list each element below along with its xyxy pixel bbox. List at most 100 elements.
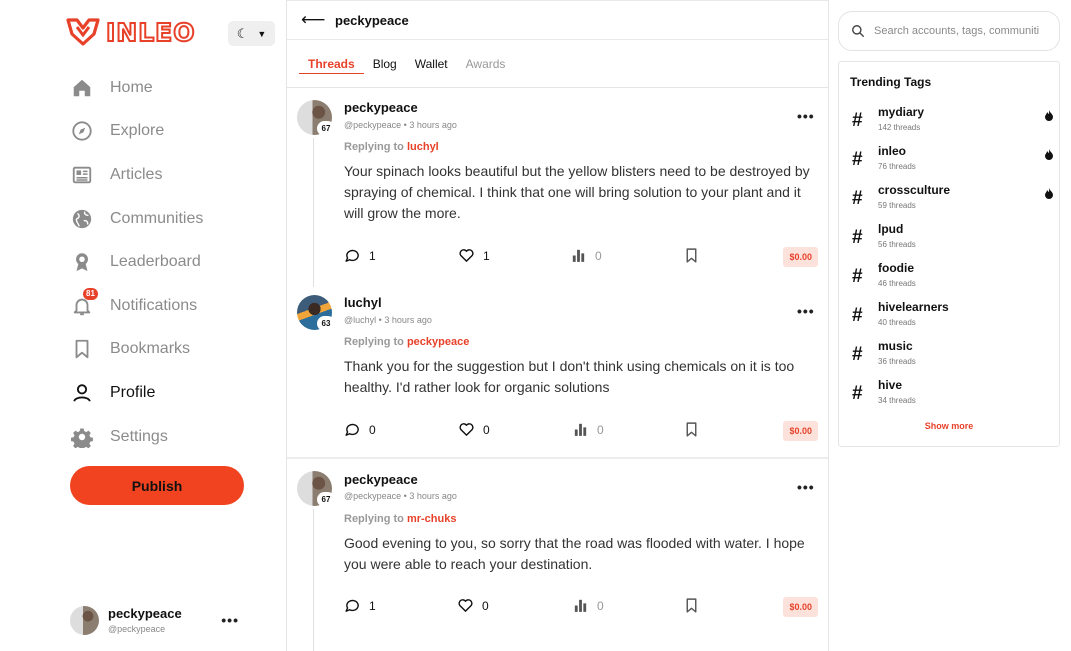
search-bar[interactable] bbox=[838, 11, 1060, 51]
bookmark-icon bbox=[686, 248, 697, 263]
nav-item-notifications[interactable]: 81 Notifications bbox=[70, 284, 270, 328]
search-input[interactable] bbox=[874, 25, 1039, 37]
bookmark-button[interactable] bbox=[683, 247, 700, 264]
nav-label: Profile bbox=[110, 383, 156, 401]
moon-icon: ☾ bbox=[236, 25, 249, 41]
comment-button[interactable]: 1 bbox=[344, 597, 376, 614]
trending-tag-item[interactable]: # inleo 76 threads bbox=[852, 144, 1053, 178]
nav-item-settings[interactable]: Settings bbox=[70, 415, 270, 459]
hashtag-icon: # bbox=[852, 227, 863, 248]
thread-meta: @peckypeace • 3 hours ago bbox=[344, 491, 457, 501]
like-button[interactable]: 0 bbox=[458, 421, 490, 438]
hashtag-icon: # bbox=[852, 110, 863, 131]
tag-name: foodie bbox=[878, 261, 914, 275]
tip-amount-button[interactable]: $0.00 bbox=[783, 247, 818, 267]
comment-button[interactable]: 1 bbox=[344, 247, 376, 264]
newspaper-icon bbox=[70, 163, 93, 186]
more-options-icon[interactable]: ••• bbox=[797, 303, 815, 319]
bar-chart-icon bbox=[572, 249, 585, 262]
nav-label: Articles bbox=[110, 165, 163, 183]
tip-amount-button[interactable]: $0.00 bbox=[783, 421, 818, 441]
user-icon bbox=[70, 381, 93, 404]
current-user-handle: @peckypeace bbox=[108, 624, 166, 634]
bookmark-icon bbox=[686, 422, 697, 437]
like-count: 0 bbox=[482, 598, 489, 613]
inleo-logo[interactable]: INLEO bbox=[66, 16, 196, 48]
tab-wallet[interactable]: Wallet bbox=[406, 40, 457, 87]
like-button[interactable]: 1 bbox=[458, 247, 490, 264]
thread-author[interactable]: luchyl bbox=[344, 295, 382, 310]
theme-toggle[interactable]: ☾ ▼ bbox=[228, 21, 275, 46]
views-count: 0 bbox=[597, 598, 604, 613]
hashtag-icon: # bbox=[852, 149, 863, 170]
award-icon bbox=[70, 251, 93, 274]
trending-tag-item[interactable]: # foodie 46 threads bbox=[852, 261, 1052, 295]
nav-item-home[interactable]: Home bbox=[70, 66, 270, 110]
show-more-link[interactable]: Show more bbox=[839, 421, 1059, 431]
trending-tag-item[interactable]: # hivelearners 40 threads bbox=[852, 300, 1052, 334]
fire-icon bbox=[1045, 149, 1053, 160]
publish-button[interactable]: Publish bbox=[70, 466, 244, 505]
profile-header: ⟵ peckypeace bbox=[287, 0, 828, 40]
trending-tag-item[interactable]: # lpud 56 threads bbox=[852, 222, 1052, 256]
reply-to-link[interactable]: luchyl bbox=[407, 141, 439, 153]
thread-item[interactable]: 63 luchyl @luchyl • 3 hours ago Replying… bbox=[287, 287, 828, 457]
nav-item-bookmarks[interactable]: Bookmarks bbox=[70, 328, 270, 372]
thread-item[interactable]: 67 peckypeace @peckypeace • 3 hours ago … bbox=[287, 88, 828, 287]
thread-body: Good evening to you, so sorry that the r… bbox=[344, 535, 805, 572]
tag-count: 59 threads bbox=[878, 201, 916, 210]
nav-label: Communities bbox=[110, 209, 204, 227]
like-button[interactable]: 0 bbox=[457, 597, 489, 614]
reply-prefix: Replying to bbox=[344, 141, 404, 153]
back-arrow-icon[interactable]: ⟵ bbox=[301, 10, 335, 30]
thread-handle: @peckypeace bbox=[344, 120, 402, 130]
trending-tag-item[interactable]: # hive 34 threads bbox=[852, 378, 1052, 412]
thread-meta: @peckypeace • 3 hours ago bbox=[344, 120, 457, 130]
globe-icon bbox=[70, 207, 93, 230]
comment-count: 0 bbox=[369, 422, 376, 437]
tag-name: inleo bbox=[878, 144, 907, 158]
tag-count: 56 threads bbox=[878, 240, 916, 249]
more-options-icon[interactable]: ••• bbox=[221, 612, 239, 628]
current-user-card[interactable]: peckypeace @peckypeace ••• bbox=[70, 604, 245, 636]
left-sidebar: INLEO ☾ ▼ Home Explore Articles Communit… bbox=[0, 0, 286, 651]
level-badge: 67 bbox=[317, 492, 335, 507]
current-user-name: peckypeace bbox=[108, 606, 182, 621]
trending-tag-item[interactable]: # music 36 threads bbox=[852, 339, 1052, 373]
views-stat: 0 bbox=[570, 247, 602, 264]
reply-info: Replying to mr-chuks bbox=[344, 513, 456, 525]
inleo-wordmark: INLEO bbox=[105, 17, 196, 48]
bookmark-icon bbox=[70, 338, 93, 361]
more-options-icon[interactable]: ••• bbox=[797, 108, 815, 124]
thread-author[interactable]: peckypeace bbox=[344, 472, 418, 487]
tip-amount-button[interactable]: $0.00 bbox=[783, 597, 818, 617]
nav-item-articles[interactable]: Articles bbox=[70, 153, 270, 197]
bookmark-button[interactable] bbox=[683, 421, 700, 438]
bar-chart-icon bbox=[574, 423, 587, 436]
nav-item-leaderboard[interactable]: Leaderboard bbox=[70, 240, 270, 284]
tab-awards[interactable]: Awards bbox=[457, 40, 515, 87]
reply-to-link[interactable]: mr-chuks bbox=[407, 513, 457, 525]
reply-to-link[interactable]: peckypeace bbox=[407, 336, 469, 348]
nav-item-communities[interactable]: Communities bbox=[70, 197, 270, 241]
thread-item[interactable]: 67 peckypeace @peckypeace • 3 hours ago … bbox=[287, 459, 828, 651]
like-count: 1 bbox=[483, 248, 490, 263]
nav-label: Explore bbox=[110, 122, 165, 140]
reply-info: Replying to peckypeace bbox=[344, 336, 469, 348]
trending-tag-item[interactable]: # crossculture 59 threads bbox=[852, 183, 1053, 217]
trending-tag-item[interactable]: # mydiary 142 threads bbox=[852, 105, 1053, 139]
main-column: ⟵ peckypeace Threads Blog Wallet Awards … bbox=[286, 0, 829, 651]
tag-name: lpud bbox=[878, 222, 904, 236]
bookmark-button[interactable] bbox=[683, 597, 700, 614]
level-badge: 63 bbox=[317, 316, 335, 331]
nav-item-profile[interactable]: Profile bbox=[70, 371, 270, 415]
notification-count-badge: 81 bbox=[83, 287, 98, 300]
more-options-icon[interactable]: ••• bbox=[797, 479, 815, 495]
thread-author[interactable]: peckypeace bbox=[344, 100, 418, 115]
tab-threads[interactable]: Threads bbox=[299, 40, 364, 87]
tag-name: mydiary bbox=[878, 105, 925, 119]
fire-icon bbox=[1045, 110, 1053, 121]
comment-button[interactable]: 0 bbox=[344, 421, 376, 438]
nav-item-explore[interactable]: Explore bbox=[70, 110, 270, 154]
tab-blog[interactable]: Blog bbox=[364, 40, 406, 87]
